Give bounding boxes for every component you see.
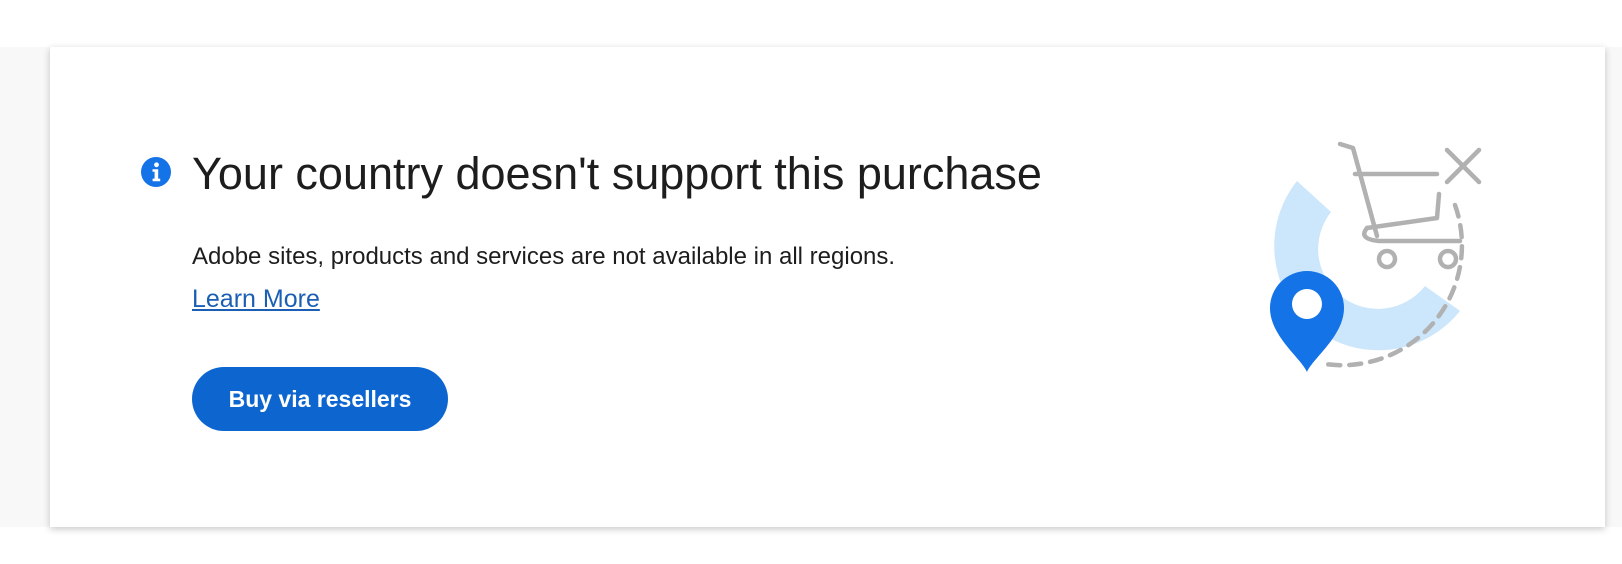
location-pin-icon: [1270, 271, 1344, 372]
shopping-cart-icon: [1337, 141, 1463, 270]
close-icon: [1444, 147, 1482, 185]
availability-description: Adobe sites, products and services are n…: [192, 243, 896, 270]
page: Your country doesn't support this purcha…: [0, 0, 1622, 564]
learn-more-link[interactable]: Learn More: [192, 284, 320, 314]
cart-unavailable-location-illustration: [1270, 141, 1482, 372]
info-icon: [141, 157, 171, 187]
buy-via-resellers-button[interactable]: Buy via resellers: [192, 367, 448, 431]
page-title: Your country doesn't support this purcha…: [192, 148, 1042, 199]
